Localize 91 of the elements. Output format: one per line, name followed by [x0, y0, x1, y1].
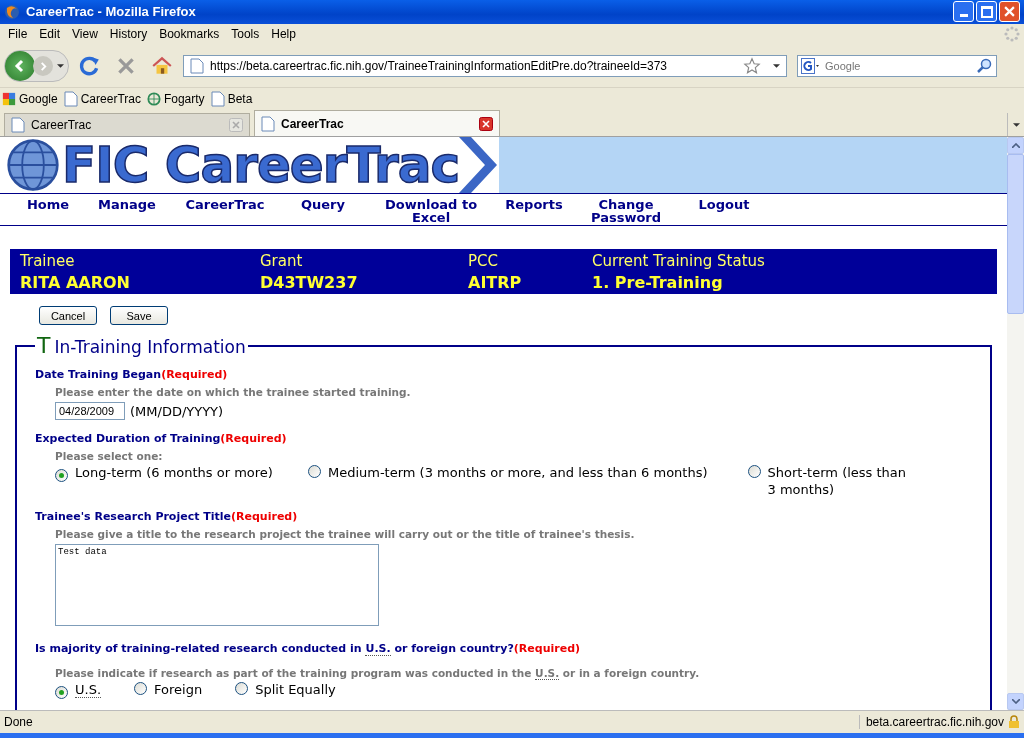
circle-cross-icon — [146, 90, 161, 107]
colored-squares-icon — [2, 90, 16, 107]
star-icon[interactable] — [743, 57, 761, 75]
restore-button[interactable] — [976, 1, 997, 23]
minimize-button[interactable] — [953, 1, 974, 23]
field-label: Is majority of training-related research conducted in U.S. or foreign country?(Required) — [35, 642, 582, 656]
nav-link[interactable]: Manage — [78, 194, 176, 226]
caret-icon — [1012, 122, 1020, 127]
page-icon — [261, 115, 275, 132]
page-icon — [11, 117, 25, 134]
status-host: beta.careertrac.fic.nih.gov — [858, 715, 1004, 730]
nav-link[interactable]: Home — [18, 194, 78, 226]
globe-icon — [4, 3, 20, 20]
menu-item[interactable]: Help — [265, 27, 302, 42]
nav-link[interactable]: Download to Excel — [372, 194, 490, 226]
summary-label: PCC — [468, 250, 499, 272]
radio-label[interactable]: U.S. — [75, 682, 102, 699]
page-icon — [190, 58, 204, 74]
summary-value: D43TW237 — [260, 271, 359, 293]
reload-icon[interactable] — [79, 55, 101, 77]
dropdown-caret-icon[interactable] — [57, 64, 64, 68]
padlock-icon — [1008, 715, 1020, 730]
back-button[interactable] — [5, 51, 35, 81]
summary-value: AITRP — [468, 271, 523, 293]
radio-label[interactable]: Short-term (less than 3 months) — [767, 464, 918, 499]
radio-label[interactable]: Medium-term (3 months or more, and less than 6 months) — [327, 465, 708, 481]
form-button[interactable]: Save — [110, 306, 168, 326]
field-hint: Please indicate if research as part of the training program was conducted in the U.S. or in a foreign country. — [55, 667, 701, 680]
summary-label: Current Training Status — [592, 250, 765, 272]
menu-item[interactable]: Edit — [33, 27, 67, 42]
browser-tab[interactable]: CareerTrac — [4, 113, 250, 137]
vertical-scrollbar[interactable] — [1007, 137, 1024, 711]
page-icon — [63, 90, 78, 107]
menu-item[interactable]: History — [103, 27, 154, 42]
bookmark-item[interactable]: Google — [2, 90, 58, 107]
scroll-thumb[interactable] — [1007, 154, 1024, 315]
page-icon — [210, 90, 225, 107]
close-button[interactable] — [999, 1, 1020, 23]
project-title-field[interactable]: Test data — [55, 544, 379, 627]
nav-link[interactable]: Query — [274, 194, 372, 226]
search-engine-icon[interactable] — [800, 58, 820, 74]
menu-item[interactable]: Tools — [225, 27, 266, 42]
summary-label: Grant — [260, 250, 304, 272]
radio-label[interactable]: Foreign — [154, 682, 203, 698]
bookmark-item[interactable]: Fogarty — [146, 90, 205, 107]
menu-item[interactable]: View — [66, 27, 104, 42]
browser-tab[interactable]: CareerTrac — [254, 110, 500, 137]
field-hint: Please give a title to the research project the trainee will carry out or the title of trainee's thesis. — [55, 528, 636, 541]
nav-link[interactable]: Change Password — [586, 194, 666, 226]
caret-up-icon — [1011, 143, 1020, 149]
menu-item[interactable]: Bookmarks — [153, 27, 226, 42]
bookmark-item[interactable]: CareerTrac — [63, 90, 141, 107]
date-format-hint: (MM/DD/YYYY) — [130, 403, 224, 419]
throbber-icon — [1004, 26, 1020, 43]
field-hint: Please enter the date on which the trainee started training. — [55, 386, 412, 399]
field-label: Expected Duration of Training(Required) — [35, 432, 288, 446]
home-icon[interactable] — [151, 55, 173, 77]
field-label: Date Training Began(Required) — [35, 368, 229, 382]
form-button[interactable]: Cancel — [39, 306, 97, 326]
search-field[interactable]: Google — [797, 55, 997, 77]
close-icon — [1004, 6, 1015, 18]
nav-link[interactable]: Reports — [494, 194, 574, 226]
radio-button[interactable] — [747, 465, 761, 479]
scroll-up-button[interactable] — [1007, 137, 1024, 155]
menu-item[interactable]: File — [2, 27, 34, 42]
dropdown-caret-icon[interactable] — [773, 64, 780, 68]
radio-label[interactable]: Split Equally — [255, 682, 336, 698]
caret-down-icon — [1011, 699, 1020, 705]
radio-button[interactable] — [55, 686, 68, 700]
radio-button[interactable] — [307, 465, 321, 479]
nav-link[interactable]: CareerTrac — [176, 194, 274, 226]
section-title: In-Training Information — [54, 337, 246, 358]
scroll-down-button[interactable] — [1007, 693, 1024, 711]
search-icon[interactable] — [976, 58, 992, 74]
status-text: Done — [4, 715, 34, 730]
radio-button[interactable] — [235, 682, 249, 696]
section-initial: T — [37, 333, 51, 359]
summary-value: 1. Pre-Training — [592, 271, 724, 293]
radio-button[interactable] — [134, 682, 148, 696]
bookmark-item[interactable]: Beta — [210, 90, 253, 107]
summary-label: Trainee — [20, 250, 76, 272]
field-label: Trainee's Research Project Title(Required) — [35, 510, 299, 524]
window-title: CareerTrac - Mozilla Firefox — [26, 4, 197, 20]
radio-button[interactable] — [55, 469, 68, 483]
date-field[interactable]: 04/28/2009 — [55, 402, 125, 421]
address-field[interactable]: https://beta.careertrac.fic.nih.gov/TraineeTrainingInformationEditPre.do?traineeId=373 — [183, 55, 787, 77]
nav-link[interactable]: Logout — [694, 194, 754, 226]
field-hint: Please select one: — [55, 450, 164, 463]
radio-label[interactable]: Long-term (6 months or more) — [75, 465, 273, 481]
summary-value: RITA AARON — [20, 271, 131, 293]
tab-close-icon[interactable] — [479, 116, 493, 131]
